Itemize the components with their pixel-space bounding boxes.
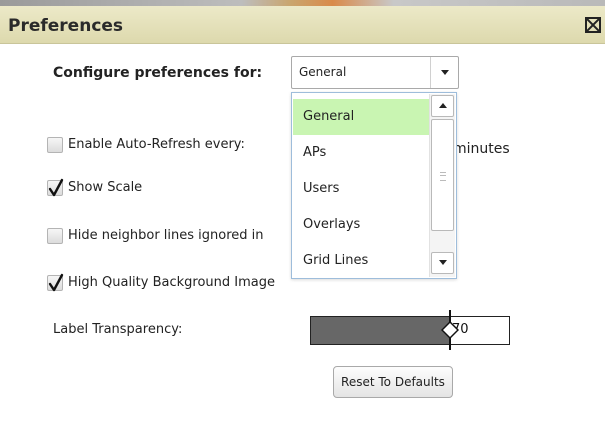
dropdown-scrollbar[interactable] [429,94,455,277]
preferences-category-select[interactable]: General [291,56,459,89]
show-scale-label: Show Scale [68,180,143,195]
chevron-down-icon [439,260,447,265]
checkmark-icon [48,273,64,292]
high-quality-background-label: High Quality Background Image [68,275,275,290]
close-icon [587,19,599,31]
dropdown-item-users[interactable]: Users [293,171,430,207]
label-transparency-slider[interactable]: 70 [310,310,510,350]
label-transparency-label: Label Transparency: [53,322,183,337]
configure-label: Configure preferences for: [53,65,263,81]
dropdown-item-aps[interactable]: APs [293,135,430,171]
dropdown-item-overlays[interactable]: Overlays [293,207,430,243]
scroll-thumb[interactable] [431,119,454,231]
scroll-down-button[interactable] [431,252,454,274]
window-title: Preferences [8,16,124,36]
show-scale-checkbox[interactable] [47,178,64,197]
slider-handle-icon[interactable] [441,310,459,350]
select-arrow[interactable] [430,57,458,88]
hide-neighbor-lines-checkbox[interactable] [47,228,63,244]
dropdown-item-general[interactable]: General [293,99,430,135]
refresh-unit-label: minutes [453,141,510,157]
auto-refresh-label: Enable Auto-Refresh every: [68,137,245,152]
hide-neighbor-lines-label: Hide neighbor lines ignored in [68,228,264,243]
checkmark-icon [48,178,64,197]
chevron-down-icon [441,70,449,75]
chevron-up-icon [439,103,447,108]
dropdown-item-grid-lines[interactable]: Grid Lines [293,243,430,279]
scroll-up-button[interactable] [431,95,454,117]
title-bar: Preferences [0,6,605,44]
auto-refresh-checkbox[interactable] [47,137,63,153]
select-value: General [299,65,347,79]
high-quality-background-checkbox[interactable] [47,273,64,292]
reset-to-defaults-button[interactable]: Reset To Defaults [333,366,453,398]
category-dropdown-list: General APs Users Overlays Grid Lines [291,92,457,279]
close-button[interactable] [585,17,601,33]
slider-fill [311,317,450,344]
